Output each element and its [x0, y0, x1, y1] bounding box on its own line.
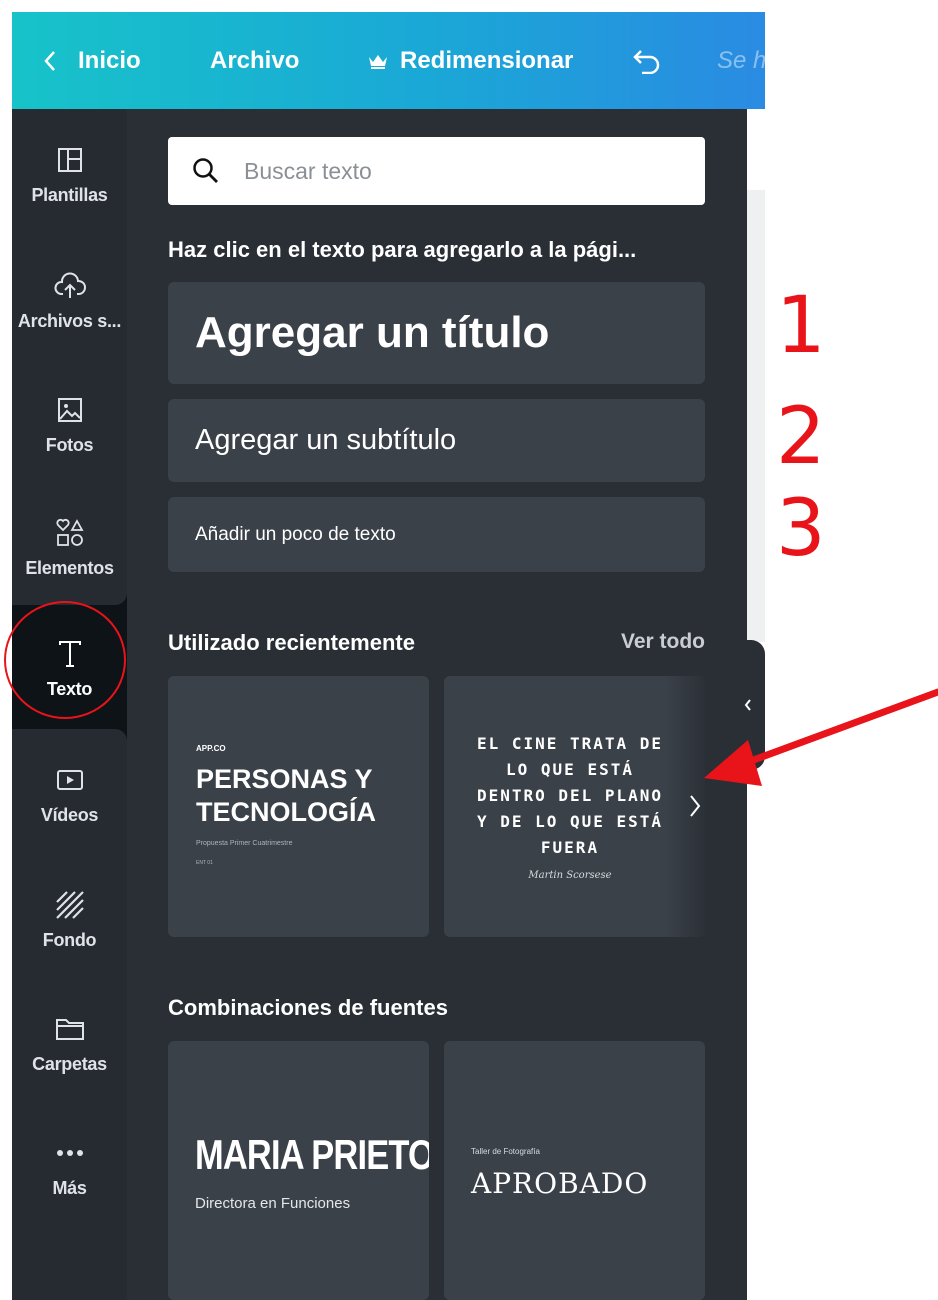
video-icon [12, 763, 127, 797]
sidebar-item-label: Fotos [45, 435, 94, 455]
layout-icon [12, 143, 127, 177]
crown-icon [369, 54, 387, 69]
combo-subtitle: Directora en Funciones [195, 1195, 351, 1212]
card-tiny-text: ENT 01 [196, 860, 213, 866]
resize-label: Redimensionar [400, 46, 574, 74]
search-icon [193, 158, 218, 183]
add-body-text-label: Añadir un poco de texto [195, 523, 396, 545]
combo-title: MARIA PRIETO [195, 1131, 429, 1178]
card-subtitle: Propuesta Primer Cuatrimestre [196, 840, 293, 847]
sidebar-item-background[interactable]: Fondo [12, 874, 127, 974]
canvas-edge [747, 190, 765, 642]
undo-icon [633, 49, 660, 74]
file-menu-button[interactable]: Archivo [210, 12, 299, 109]
add-subheading-button[interactable]: Agregar un subtítulo [168, 399, 705, 482]
upload-cloud-icon [12, 269, 127, 303]
recent-template-card[interactable]: APP.CO PERSONAS Y TECNOLOGÍA Propuesta P… [168, 676, 429, 937]
back-label: Inicio [78, 46, 141, 74]
annotation-number-2: 2 [776, 392, 826, 482]
add-heading-label: Agregar un título [195, 308, 550, 357]
see-all-link[interactable]: Ver todo [621, 630, 705, 654]
quote-line: LO QUE ESTÁ [506, 760, 634, 779]
sidebar-item-elements[interactable]: Elementos [12, 502, 127, 602]
sidebar-item-templates[interactable]: Plantillas [12, 129, 127, 229]
recent-section-title: Utilizado recientemente [168, 630, 415, 655]
folder-icon [12, 1012, 127, 1046]
combo-small-text: Taller de Fotografía [471, 1147, 540, 1156]
sidebar-item-label: Plantillas [31, 185, 108, 205]
panel-hint: Haz clic en el texto para agregarlo a la… [168, 237, 637, 262]
more-icon [12, 1136, 127, 1170]
chevron-left-icon [44, 50, 55, 71]
top-bar: Inicio Archivo Redimensionar Se h [12, 12, 765, 109]
sidebar-item-folders[interactable]: Carpetas [12, 998, 127, 1098]
text-panel: Buscar texto Haz clic en el texto para a… [127, 109, 747, 1300]
background-icon [12, 888, 127, 922]
card-small-text: APP.CO [196, 744, 226, 753]
annotation-number-1: 1 [776, 281, 826, 371]
search-placeholder: Buscar texto [244, 157, 372, 184]
quote-line: DENTRO DEL PLANO [476, 786, 664, 805]
sidebar-item-label: Elementos [25, 558, 114, 578]
quote-text: EL CINE TRATA DE LO QUE ESTÁ DENTRO DEL … [444, 731, 696, 861]
resize-button[interactable]: Redimensionar [368, 12, 573, 109]
search-input[interactable]: Buscar texto [168, 137, 705, 205]
quote-author: Martin Scorsese [528, 870, 612, 881]
annotation-number-3: 3 [776, 484, 826, 574]
sidebar-item-label: Vídeos [40, 805, 99, 825]
card-heading-line2: TECNOLOGÍA [196, 797, 376, 827]
quote-line: Y DE LO QUE ESTÁ [476, 812, 664, 831]
sidebar-item-label: Carpetas [32, 1054, 107, 1074]
card-heading-line1: PERSONAS Y [196, 764, 373, 794]
add-body-text-button[interactable]: Añadir un poco de texto [168, 497, 705, 572]
font-combinations-title: Combinaciones de fuentes [168, 995, 448, 1020]
quote-line: FUERA [540, 838, 600, 857]
font-combination-card[interactable]: MARIA PRIETO Directora en Funciones [168, 1041, 429, 1300]
add-subheading-label: Agregar un subtítulo [195, 424, 457, 456]
annotation-arrow [704, 688, 938, 786]
sidebar-item-photos[interactable]: Fotos [12, 379, 127, 479]
sidebar-item-label: Archivos s... [17, 311, 122, 331]
add-heading-button[interactable]: Agregar un título [168, 282, 705, 384]
undo-button[interactable] [632, 12, 662, 109]
sidebar-item-more[interactable]: Más [12, 1122, 127, 1222]
back-button[interactable]: Inicio [42, 12, 141, 109]
combo-title: APROBADO [471, 1167, 649, 1200]
font-combination-card[interactable]: Taller de Fotografía APROBADO [444, 1041, 705, 1300]
file-label: Archivo [210, 46, 300, 74]
save-status: Se h [717, 12, 765, 109]
sidebar-item-label: Más [52, 1178, 87, 1198]
quote-line: EL CINE TRATA DE [476, 734, 664, 753]
save-status-label: Se h [717, 46, 765, 74]
sidebar-item-label: Fondo [42, 930, 97, 950]
recent-template-card[interactable]: EL CINE TRATA DE LO QUE ESTÁ DENTRO DEL … [444, 676, 705, 937]
highlight-circle [4, 601, 126, 719]
sidebar-item-uploads[interactable]: Archivos s... [12, 255, 127, 355]
photo-icon [12, 393, 127, 427]
shapes-icon [12, 516, 127, 550]
sidebar-item-videos[interactable]: Vídeos [12, 749, 127, 849]
